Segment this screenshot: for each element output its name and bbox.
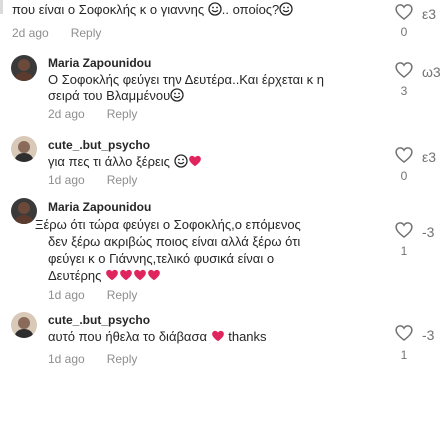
like-button[interactable] [394,323,414,343]
comment-meta: 2d ago Reply [48,107,159,121]
comment-time: 1d ago [48,352,85,366]
like-count: 1 [400,244,408,258]
comment-text: αυτό που ήθελα το διάβασα thanks [48,329,267,347]
comment-0: που είναι ο Σοφοκλής κ ο γιαννης .. οποί… [0,0,441,46]
avatar[interactable] [11,55,37,81]
comment-time: 2d ago [12,26,49,40]
reply-button[interactable]: Reply [107,173,138,187]
like-count: 1 [400,348,408,362]
heart-outline-icon [395,222,413,239]
comment-text: για πες τι άλλο ξέρεις [48,154,202,172]
avatar[interactable] [11,312,37,338]
heart-outline-icon [395,147,413,164]
reply-button[interactable]: Reply [71,26,102,40]
smile-emoji [173,154,188,172]
comment-time: 1d ago [48,173,85,187]
like-count: 3 [400,84,408,98]
comment-meta: 1d ago Reply [48,288,159,302]
like-button[interactable] [394,145,414,165]
comment-1: Maria Zapounidou Ο Σοφοκλής φεύγει την Δ… [0,54,441,134]
like-count: 0 [400,169,408,183]
heart-outline-icon [395,4,413,21]
red-heart-emoji [105,268,119,286]
like-count: 0 [400,25,408,39]
comment-username[interactable]: cute_.but_psycho [48,313,150,327]
side-mark: ε3 [422,149,437,165]
side-mark: -3 [422,224,435,240]
red-heart-emoji [147,268,161,286]
comment-time: 2d ago [48,107,85,121]
reply-button[interactable]: Reply [107,352,138,366]
reply-button[interactable]: Reply [107,107,138,121]
red-heart-emoji [119,268,133,286]
red-heart-emoji [188,154,202,172]
side-mark: ε3 [422,6,437,22]
comment-time: 1d ago [48,288,85,302]
side-mark: ω3 [422,64,441,80]
comment-text: Ξέρω ότι τώρα φεύγει ο Σοφοκλής,ο επόμεν… [35,216,301,286]
comment-username[interactable]: cute_.but_psycho [48,138,150,152]
red-heart-emoji [133,268,147,286]
comment-4: cute_.but_psycho αυτό που ήθελα το διάβα… [0,310,441,385]
like-button[interactable] [394,60,414,80]
thread-line [0,0,3,14]
red-heart-emoji [211,329,225,347]
avatar[interactable] [11,136,37,162]
comment-2: cute_.but_psycho για πες τι άλλο ξέρεις … [0,134,441,196]
smile-emoji [279,2,293,20]
avatar[interactable] [11,198,37,224]
reply-button[interactable]: Reply [107,288,138,302]
side-mark: -3 [422,327,435,343]
comment-meta: 1d ago Reply [48,173,159,187]
heart-outline-icon [395,62,413,79]
comment-3: Maria Zapounidou Ξέρω ότι τώρα φεύγει ο … [0,196,441,310]
like-button[interactable] [394,2,414,22]
smile-emoji [208,2,222,20]
comment-username[interactable]: Maria Zapounidou [48,56,151,70]
comment-text: που είναι ο Σοφοκλής κ ο γιαννης .. οποί… [12,2,293,20]
comment-meta: 2d ago Reply [12,26,123,40]
comment-username[interactable]: Maria Zapounidou [48,200,151,214]
like-button[interactable] [394,220,414,240]
comment-text: Ο Σοφοκλής φεύγει την Δευτέρα..Και έρχετ… [48,72,324,106]
heart-outline-icon [395,325,413,342]
smile-emoji [170,88,184,106]
comment-meta: 1d ago Reply [48,352,159,366]
